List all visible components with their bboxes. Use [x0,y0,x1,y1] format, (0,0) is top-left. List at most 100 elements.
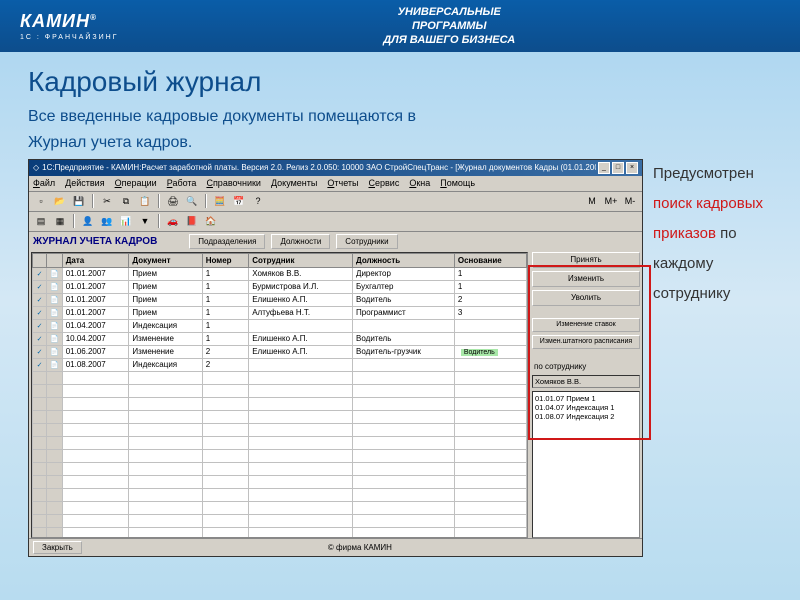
staff-schedule-button[interactable]: Измен.штатного расписания [532,335,640,349]
tool-book-icon[interactable]: 📕 [184,213,200,229]
employee-doc-item[interactable]: 01.01.07 Прием 1 [535,394,637,403]
app-icon: ◇ [33,163,39,172]
employee-label: по сотруднику [532,361,640,372]
table-row[interactable] [33,384,527,397]
app-window: ◇ 1С:Предприятие - КАМИН:Расчет заработн… [28,159,643,557]
table-row[interactable] [33,514,527,527]
col-header[interactable]: Номер [202,253,249,267]
paste-icon[interactable]: 📋 [137,193,153,209]
calc-icon[interactable]: 🧮 [212,193,228,209]
col-header[interactable] [33,253,47,267]
table-row[interactable]: ✓📄01.01.2007Прием1Алтуфьева Н.Т.Программ… [33,306,527,319]
col-header[interactable]: Сотрудник [249,253,353,267]
tool-users-icon[interactable]: 👥 [99,213,115,229]
tool-list-icon[interactable]: ▦ [52,213,68,229]
table-row[interactable]: ✓📄01.01.2007Прием1Елишенко А.П.Водитель2 [33,293,527,306]
filter-employees-button[interactable]: Сотрудники [336,234,397,249]
maximize-button[interactable]: □ [612,162,624,174]
save-icon[interactable]: 💾 [71,193,87,209]
window-title: 1С:Предприятие - КАМИН:Расчет заработной… [42,163,596,172]
table-row[interactable]: ✓📄01.08.2007Индексация2 [33,358,527,371]
logo: КАМИН® [20,11,119,32]
menu-действия[interactable]: Действия [65,178,104,188]
tool-doc-icon[interactable]: ▤ [33,213,49,229]
toolbar-secondary: ▤ ▦ 👤 👥 📊 ▼ 🚗 📕 🏠 [29,212,642,232]
statusbar: Закрыть © фирма КАМИН [29,538,642,556]
cut-icon[interactable]: ✂ [99,193,115,209]
close-button[interactable]: × [626,162,638,174]
dismiss-button[interactable]: Уволить [532,290,640,306]
tool-car-icon[interactable]: 🚗 [165,213,181,229]
table-row[interactable]: ✓📄01.04.2007Индексация1 [33,319,527,332]
employee-docs-list[interactable]: 01.01.07 Прием 101.04.07 Индексация 101.… [532,391,640,538]
side-panel: Принять Изменить Уволить Изменение ставо… [532,252,640,538]
nav-m[interactable]: M [584,193,600,209]
journal-header: ЖУРНАЛ УЧЕТА КАДРОВ Подразделения Должно… [29,232,642,252]
close-journal-button[interactable]: Закрыть [33,541,82,554]
menu-помощь[interactable]: Помощь [440,178,475,188]
new-icon[interactable]: ▫ [33,193,49,209]
table-row[interactable]: ✓📄01.01.2007Прием1Бурмистрова И.Л.Бухгал… [33,280,527,293]
table-row[interactable] [33,475,527,488]
copy-icon[interactable]: ⧉ [118,193,134,209]
table-row[interactable] [33,527,527,538]
menu-работа[interactable]: Работа [167,178,197,188]
tool-home-icon[interactable]: 🏠 [203,213,219,229]
callout-text: Предусмотрен поиск кадровых приказов по … [653,159,772,309]
col-header[interactable]: Основание [454,253,526,267]
minimize-button[interactable]: _ [598,162,610,174]
filter-positions-button[interactable]: Должности [271,234,330,249]
table-row[interactable]: ✓📄01.01.2007Прием1Хомяков В.В.Директор1 [33,267,527,280]
intro-line1: Все введенные кадровые документы помещаю… [28,106,772,128]
table-row[interactable] [33,449,527,462]
nav-mplus[interactable]: M+ [603,193,619,209]
titlebar[interactable]: ◇ 1С:Предприятие - КАМИН:Расчет заработн… [29,160,642,176]
logo-subtitle: 1С : ФРАНЧАЙЗИНГ [20,34,119,41]
col-header[interactable]: Дата [62,253,129,267]
table-row[interactable] [33,410,527,423]
col-header[interactable]: Должность [353,253,455,267]
table-row[interactable]: ✓📄10.04.2007Изменение1Елишенко А.П.Водит… [33,332,527,345]
nav-mminus[interactable]: M- [622,193,638,209]
menu-операции[interactable]: Операции [115,178,157,188]
find-icon[interactable]: 🔍 [184,193,200,209]
print-icon[interactable]: 🖨 [165,193,181,209]
menu-сервис[interactable]: Сервис [369,178,400,188]
table-row[interactable]: ✓📄01.06.2007Изменение2Елишенко А.П.Водит… [33,345,527,358]
rates-change-button[interactable]: Изменение ставок [532,318,640,332]
tool-user-icon[interactable]: 👤 [80,213,96,229]
tool-report-icon[interactable]: 📊 [118,213,134,229]
table-row[interactable] [33,436,527,449]
table-row[interactable] [33,371,527,384]
journal-title: ЖУРНАЛ УЧЕТА КАДРОВ [33,236,157,247]
employee-doc-item[interactable]: 01.04.07 Индексация 1 [535,403,637,412]
green-tag: Водитель [461,349,498,356]
open-icon[interactable]: 📂 [52,193,68,209]
menu-справочники[interactable]: Справочники [206,178,261,188]
table-row[interactable] [33,488,527,501]
banner-slogan: УНИВЕРСАЛЬНЫЕ ПРОГРАММЫ ДЛЯ ВАШЕГО БИЗНЕ… [119,5,781,48]
table-row[interactable] [33,462,527,475]
firm-label: © фирма КАМИН [328,543,392,552]
change-button[interactable]: Изменить [532,271,640,287]
help-icon[interactable]: ? [250,193,266,209]
employee-doc-item[interactable]: 01.08.07 Индексация 2 [535,412,637,421]
menu-файл[interactable]: Файл [33,178,55,188]
table-row[interactable] [33,397,527,410]
accept-button[interactable]: Принять [532,252,640,268]
col-header[interactable]: Документ [129,253,202,267]
employee-select[interactable]: Хомяков В.В. [532,375,640,388]
menu-отчеты[interactable]: Отчеты [327,178,358,188]
intro-line2: Журнал учета кадров. [28,132,772,154]
tool-funnel-icon[interactable]: ▼ [137,213,153,229]
toolbar-main: ▫ 📂 💾 ✂ ⧉ 📋 🖨 🔍 🧮 📅 ? M M+ M- [29,192,642,212]
journal-grid[interactable]: ДатаДокументНомерСотрудникДолжностьОснов… [31,252,528,538]
calendar-icon[interactable]: 📅 [231,193,247,209]
menu-окна[interactable]: Окна [409,178,430,188]
table-row[interactable] [33,501,527,514]
col-header[interactable] [47,253,63,267]
menu-документы[interactable]: Документы [271,178,317,188]
menubar: Файл Действия Операции Работа Справочники Док… [29,176,642,192]
filter-departments-button[interactable]: Подразделения [189,234,265,249]
table-row[interactable] [33,423,527,436]
